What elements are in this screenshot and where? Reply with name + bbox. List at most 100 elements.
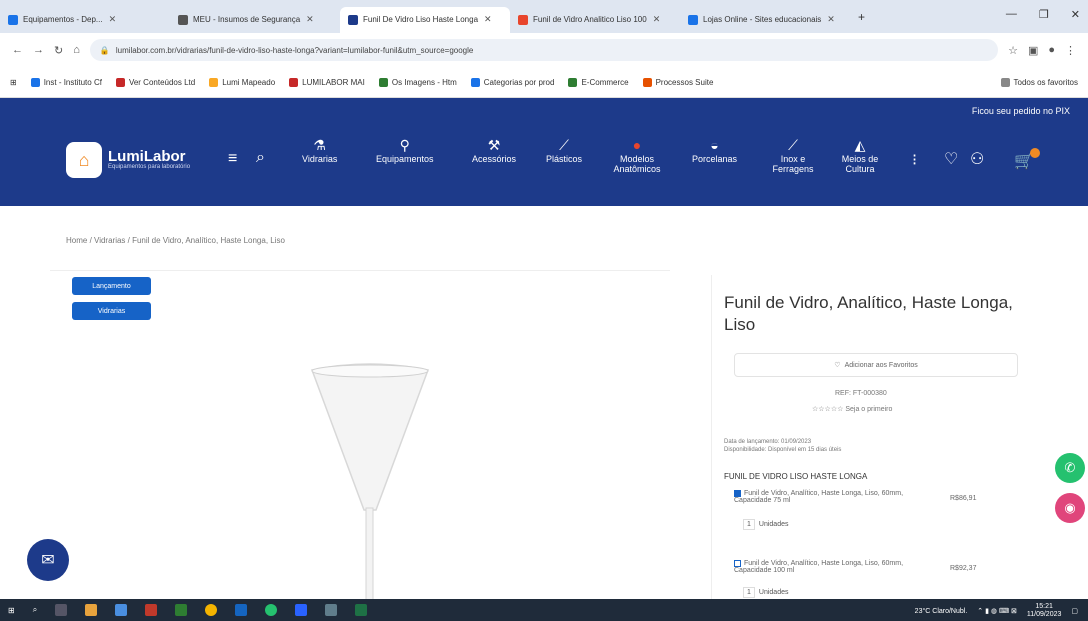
compare-icon[interactable]: ⁝	[912, 150, 917, 170]
app-icon[interactable]	[175, 604, 188, 616]
close-icon[interactable]: ✕	[109, 14, 117, 25]
bookmark-item[interactable]: E-Commerce	[568, 77, 629, 87]
taskbar-search-icon[interactable]: ⌕	[33, 605, 37, 615]
checkbox-unchecked-icon[interactable]	[734, 560, 741, 567]
menu-item-plasticos[interactable]: ⟋ Plásticos	[546, 138, 582, 164]
reload-icon[interactable]: ↻	[54, 44, 63, 57]
add-to-favorites-button[interactable]: ♡ Adicionar aos Favoritos	[734, 353, 1018, 377]
quantity-stepper[interactable]: 1 Unidades	[743, 587, 788, 598]
weather[interactable]: 23°C Claro/Nubl.	[915, 608, 968, 615]
tag-vidrarias[interactable]: Vidrarias	[72, 302, 151, 320]
bookmark-item[interactable]: Processos Suite	[642, 77, 713, 87]
close-icon[interactable]: ✕	[653, 14, 661, 25]
app-icon[interactable]	[235, 604, 248, 616]
extensions-icon[interactable]: ▣	[1028, 44, 1038, 57]
promo-text[interactable]: Ficou seu pedido no PIX	[972, 106, 1070, 116]
logo-text: LumiLabor	[108, 148, 186, 165]
app-icon[interactable]	[325, 604, 338, 616]
close-icon[interactable]: ✕	[306, 14, 314, 25]
menu-item-acessorios[interactable]: ⚒ Acessórios	[472, 137, 516, 164]
culture-icon: ◭	[854, 137, 866, 153]
whatsapp-icon[interactable]: ✆	[1055, 453, 1085, 483]
app-icon[interactable]	[115, 604, 128, 616]
taskview-icon[interactable]	[55, 604, 68, 616]
all-bookmarks[interactable]: Todos os favoritos	[1000, 77, 1078, 87]
variant-option[interactable]: Funil de Vidro, Analítico, Haste Longa, …	[734, 560, 934, 574]
product-image[interactable]	[300, 360, 440, 620]
back-icon[interactable]: ←	[12, 44, 23, 56]
tag-lancamento[interactable]: Lançamento	[72, 277, 151, 295]
bookmarks-bar: ⊞ Inst - Instituto Cf Ver Conteúdos Ltd …	[0, 67, 1088, 98]
product-meta: Data de lançamento: 01/09/2023 Disponibi…	[724, 438, 841, 454]
variant-option[interactable]: Funil de Vidro, Analítico, Haste Longa, …	[734, 490, 934, 504]
folder-icon	[1000, 77, 1010, 87]
bookmark-item[interactable]: LUMILABOR MAI	[289, 77, 365, 87]
app-icon[interactable]	[145, 604, 158, 616]
system-tray: 23°C Claro/Nubl. ⌃ ▮ ◍ ⌨ ⊠ 15:21 11/09/20…	[915, 603, 1078, 619]
menu-dots-icon[interactable]: ⋮	[1065, 44, 1076, 57]
checkbox-checked-icon[interactable]	[734, 490, 741, 497]
breadcrumb[interactable]: Home / Vidrarias / Funil de Vidro, Analí…	[66, 236, 285, 245]
excel-icon[interactable]	[355, 604, 368, 616]
profile-icon[interactable]: ●	[1048, 44, 1055, 56]
anatomy-icon: ●	[632, 137, 642, 153]
hamburger-icon[interactable]: ≡	[228, 150, 237, 168]
tongs-icon: ⟋	[788, 137, 798, 153]
windows-start-icon[interactable]: ⊞	[8, 606, 15, 615]
minimize-icon[interactable]: —	[1006, 8, 1017, 21]
menu-item-inox[interactable]: ⟋ Inox e Ferragens	[770, 137, 816, 174]
bookmark-favicon-icon	[470, 77, 480, 87]
apps-icon[interactable]: ⊞	[10, 78, 17, 87]
logo-subtitle: Equipamentos para laboratório	[108, 164, 191, 170]
clock[interactable]: 15:21 11/09/2023	[1027, 603, 1062, 619]
close-icon[interactable]: ✕	[827, 14, 835, 25]
whatsapp-taskbar-icon[interactable]	[265, 604, 278, 616]
product-rating[interactable]: ☆☆☆☆☆ Seja o primeiro	[812, 405, 892, 413]
bookmark-item[interactable]: Inst - Instituto Cf	[30, 77, 102, 87]
close-icon[interactable]: ✕	[484, 14, 492, 25]
browser-tab-5[interactable]: Lojas Online - Sites educacionais ✕	[680, 7, 850, 33]
menu-item-meios[interactable]: ◭ Meios de Cultura	[838, 137, 882, 174]
bookmark-item[interactable]: Lumi Mapeado	[209, 77, 275, 87]
bookmark-item[interactable]: Categorias por prod	[470, 77, 554, 87]
heart-outline-icon: ♡	[834, 362, 841, 369]
chat-icon[interactable]: ✉	[27, 539, 69, 581]
instagram-icon[interactable]: ◉	[1055, 493, 1085, 523]
variant-price: R$86,91	[950, 495, 977, 502]
address-row: ← → ↻ ⌂ 🔒 lumilabor.com.br/vidrarias/funi…	[0, 33, 1088, 67]
bookmark-item[interactable]: Os Imagens - Htm	[378, 77, 457, 87]
notifications-icon[interactable]: ▢	[1071, 607, 1078, 615]
app-icon[interactable]	[295, 604, 308, 616]
menu-item-vidrarias[interactable]: ⚗ Vidrarias	[302, 138, 337, 164]
browser-tab-3[interactable]: Funil De Vidro Liso Haste Longa ✕	[340, 6, 510, 33]
star-icon[interactable]: ☆	[1008, 44, 1018, 57]
menu-item-equipamentos[interactable]: ⚲ Equipamentos	[376, 137, 434, 164]
forward-icon[interactable]: →	[33, 44, 44, 56]
new-tab-icon[interactable]: +	[858, 10, 865, 24]
browser-tab-2[interactable]: MEU - Insumos de Segurança ✕	[170, 7, 340, 33]
user-icon[interactable]: ⚇	[970, 149, 984, 169]
tray-icons[interactable]: ⌃ ▮ ◍ ⌨ ⊠	[977, 607, 1017, 615]
variant-group-title: FUNIL DE VIDRO LISO HASTE LONGA	[724, 472, 868, 481]
home-icon[interactable]: ⌂	[73, 44, 80, 56]
tools-icon: ⚒	[487, 137, 501, 153]
tab-favicon-icon	[178, 14, 188, 25]
menu-item-porcelanas[interactable]: ◒ Porcelanas	[692, 138, 737, 164]
app-icon[interactable]	[85, 604, 98, 616]
bookmark-item[interactable]: Ver Conteúdos Ltd	[115, 77, 195, 87]
bookmark-favicon-icon	[30, 77, 40, 87]
site-logo[interactable]: ⌂ LumiLabor Equipamentos para laboratóri…	[66, 142, 190, 178]
chrome-icon[interactable]	[205, 604, 218, 616]
browser-tab-1[interactable]: Equipamentos - Dep... ✕	[0, 7, 170, 33]
menu-item-modelos[interactable]: ● Modelos Anatômicos	[612, 137, 662, 174]
quantity-stepper[interactable]: 1 Unidades	[743, 519, 788, 530]
search-icon[interactable]: ⌕	[256, 149, 265, 167]
maximize-icon[interactable]: ❐	[1039, 8, 1049, 21]
close-window-icon[interactable]: ✕	[1071, 8, 1080, 21]
heart-icon[interactable]: ♡	[944, 149, 958, 169]
address-bar[interactable]: 🔒 lumilabor.com.br/vidrarias/funil-de-vid…	[89, 39, 999, 61]
browser-tab-4[interactable]: Funil de Vidro Analitico Liso 100 ✕	[510, 7, 680, 33]
lock-icon: 🔒	[99, 45, 110, 55]
microscope-icon: ⚲	[399, 137, 410, 153]
bookmark-favicon-icon	[642, 77, 652, 87]
